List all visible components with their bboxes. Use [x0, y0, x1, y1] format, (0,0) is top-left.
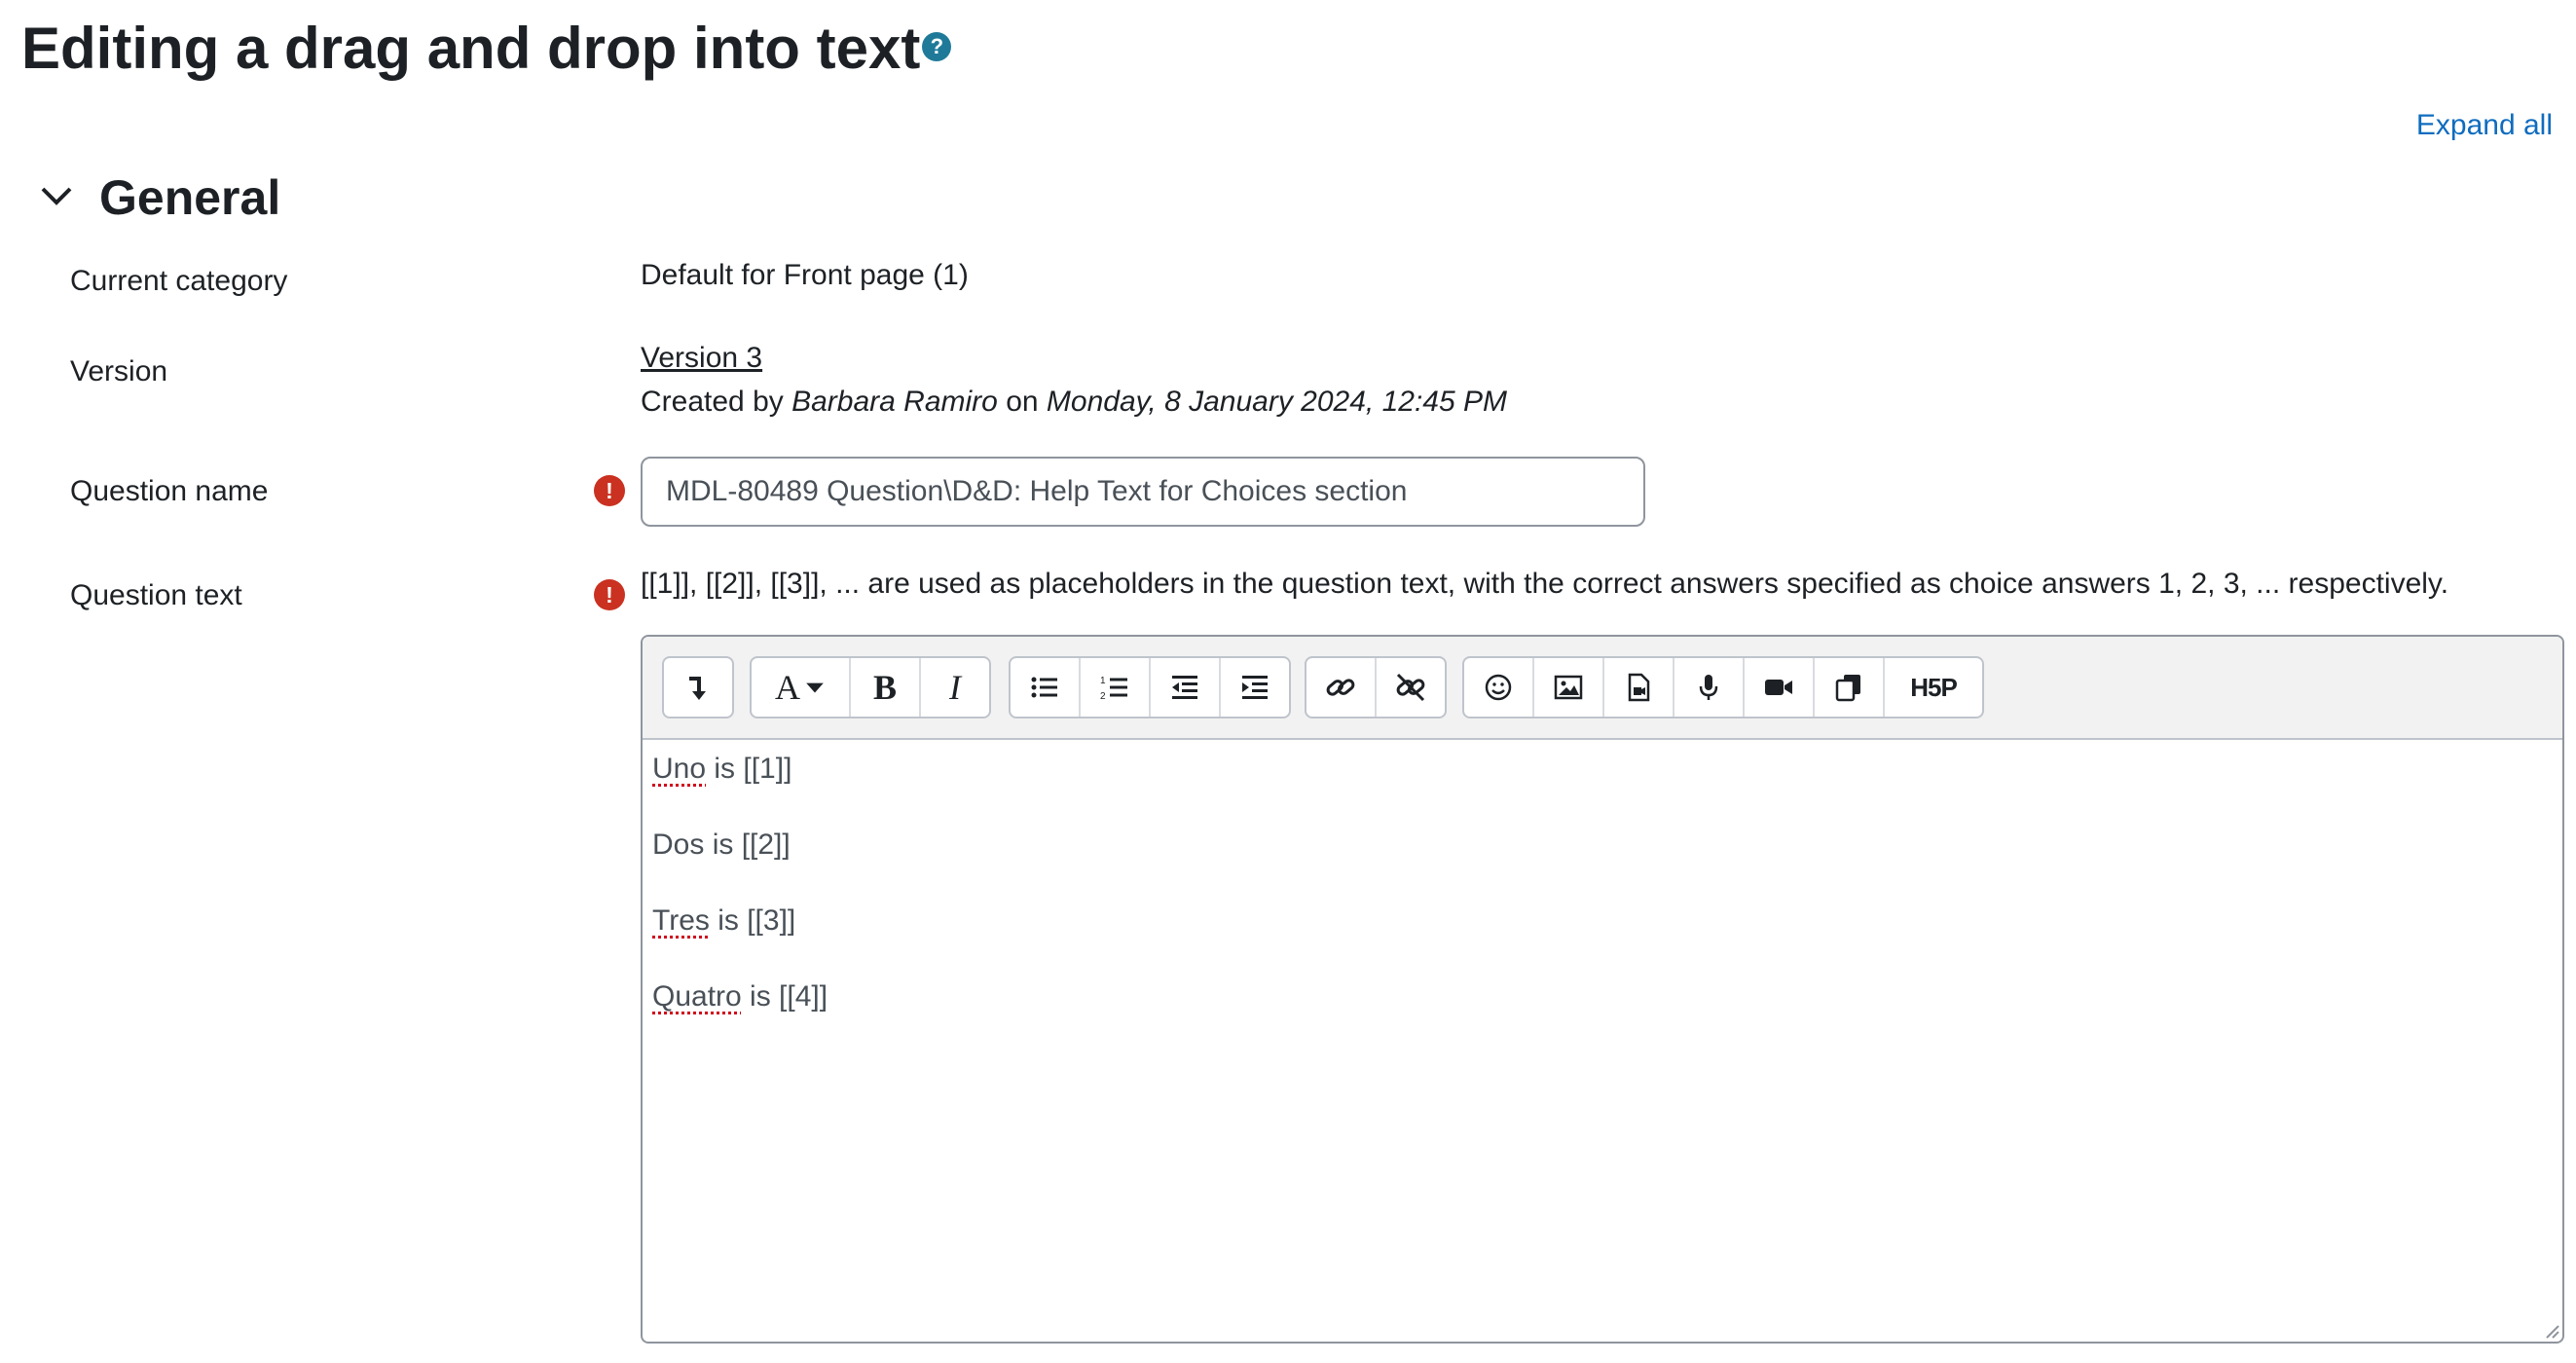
toolbar-group-style: A B I [750, 656, 991, 718]
toolbar-group-media: H5P [1462, 656, 1984, 718]
question-text-editor[interactable]: A B I 12 H5P Uno is [[1]] Dos is [[2]] T… [641, 635, 2564, 1344]
help-icon[interactable]: ? [922, 32, 952, 62]
author-name: Barbara Ramiro [791, 386, 998, 418]
image-icon[interactable] [1534, 658, 1604, 717]
page-title: Editing a drag and drop into text? [21, 10, 952, 88]
toolbar-group-lists: 12 [1009, 656, 1291, 718]
editor-word: Tres [652, 904, 710, 937]
editor-line-rest: is [[4]] [741, 980, 828, 1013]
version-link-row: Version 3 [641, 339, 762, 378]
toolbar-group-collapse [662, 656, 734, 718]
bold-icon[interactable]: B [851, 658, 921, 717]
current-category-value: Default for Front page (1) [641, 259, 969, 291]
section-title-general[interactable]: General [99, 164, 280, 232]
outdent-icon[interactable] [1151, 658, 1221, 717]
editor-line: Dos is [[2]] [652, 826, 2562, 865]
italic-icon[interactable]: I [921, 658, 989, 717]
chevron-down-icon[interactable] [37, 177, 76, 216]
editor-line-rest: is [[2]] [704, 829, 791, 861]
editor-line-rest: is [[1]] [706, 753, 792, 785]
editor-word: Uno [652, 753, 707, 785]
editor-line: Tres is [[3]] [652, 902, 2562, 940]
media-icon[interactable] [1604, 658, 1674, 717]
created-by-prefix: Created by [641, 386, 784, 418]
record-video-icon[interactable] [1745, 658, 1815, 717]
editor-word: Dos [652, 829, 705, 861]
editor-word: Quatro [652, 980, 742, 1013]
link-icon[interactable] [1306, 658, 1377, 717]
version-link[interactable]: Version 3 [641, 342, 762, 374]
manage-files-icon[interactable] [1815, 658, 1885, 717]
required-icon: ! [594, 475, 625, 506]
editor-line-rest: is [[3]] [709, 904, 796, 937]
required-icon: ! [594, 579, 625, 610]
resize-handle-icon[interactable] [2543, 1322, 2560, 1340]
toolbar-group-links [1305, 656, 1447, 718]
editor-line: Quatro is [[4]] [652, 977, 2562, 1016]
current-category-label: Current category [70, 265, 288, 297]
version-label: Version [70, 355, 168, 387]
record-audio-icon[interactable] [1674, 658, 1745, 717]
collapse-icon[interactable] [664, 658, 732, 717]
created-on: on [1006, 386, 1039, 418]
unlink-icon[interactable] [1377, 658, 1445, 717]
font-style-icon[interactable]: A [752, 658, 851, 717]
h5p-icon[interactable]: H5P [1885, 658, 1982, 717]
editor-line: Uno is [[1]] [652, 750, 2562, 789]
indent-icon[interactable] [1221, 658, 1289, 717]
unordered-list-icon[interactable] [1011, 658, 1081, 717]
page-title-text: Editing a drag and drop into text [21, 16, 921, 81]
question-name-label: Question name [70, 475, 269, 507]
svg-text:2: 2 [1100, 691, 1106, 702]
svg-text:1: 1 [1100, 676, 1106, 686]
question-text-label: Question text [70, 579, 242, 611]
editor-toolbar: A B I 12 H5P [643, 637, 2562, 740]
editor-content-area[interactable]: Uno is [[1]] Dos is [[2]] Tres is [[3]] … [643, 740, 2562, 1016]
expand-all-link[interactable]: Expand all [2416, 109, 2553, 142]
question-text-help: [[1]], [[2]], [[3]], ... are used as pla… [641, 568, 2449, 600]
emoji-icon[interactable] [1464, 658, 1534, 717]
created-date: Monday, 8 January 2024, 12:45 PM [1046, 386, 1507, 418]
version-created-by: Created by Barbara Ramiro on Monday, 8 J… [641, 383, 1507, 422]
question-name-input[interactable] [641, 457, 1645, 527]
ordered-list-icon[interactable]: 12 [1081, 658, 1151, 717]
